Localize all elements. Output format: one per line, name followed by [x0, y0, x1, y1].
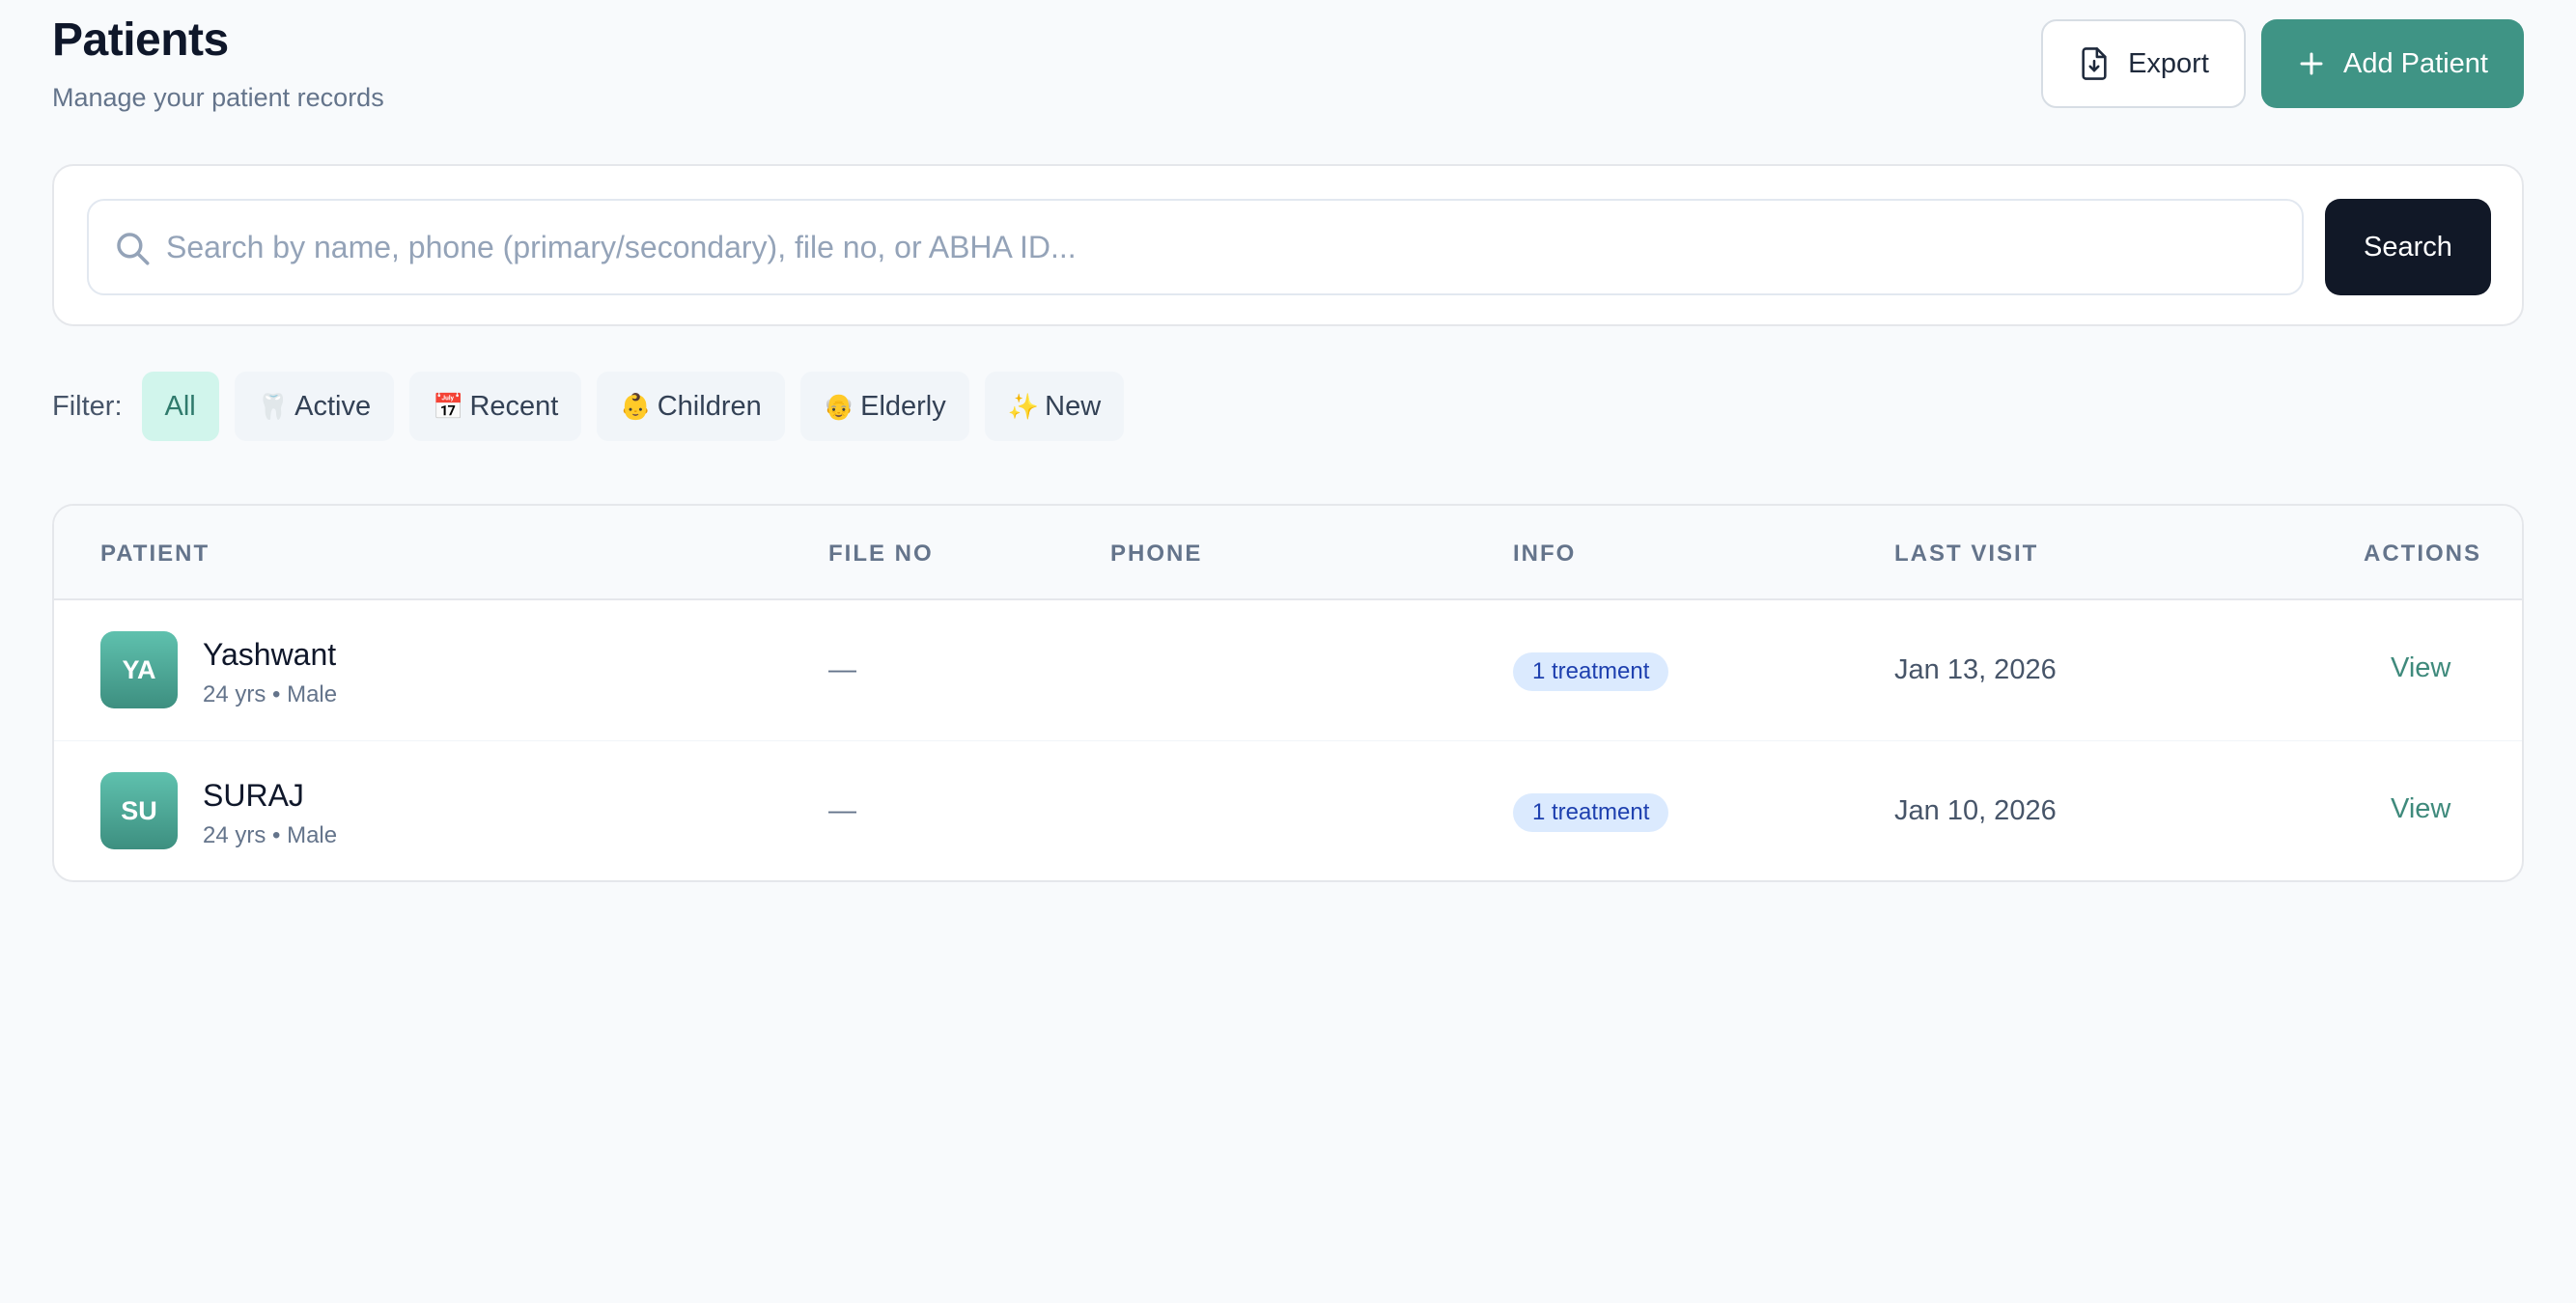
- patient-name: Yashwant: [203, 637, 337, 672]
- calendar-icon: 📅: [433, 391, 464, 421]
- export-label: Export: [2128, 47, 2209, 79]
- search-card: Search: [52, 164, 2524, 326]
- column-header-patient: PATIENT: [100, 541, 210, 567]
- search-button[interactable]: Search: [2325, 199, 2491, 295]
- table-row[interactable]: YA Yashwant 24 yrs • Male — 1 treatment …: [54, 600, 2522, 741]
- search-input[interactable]: [89, 201, 2302, 293]
- treatment-badge: 1 treatment: [1513, 652, 1669, 691]
- table-row[interactable]: SU SURAJ 24 yrs • Male — 1 treatment Jan…: [54, 741, 2522, 880]
- export-button[interactable]: Export: [2041, 19, 2246, 108]
- filter-chip-label: All: [164, 390, 196, 422]
- filter-chip-label: Elderly: [860, 390, 946, 422]
- filter-chip-recent[interactable]: 📅 Recent: [409, 372, 582, 441]
- view-patient-link[interactable]: View: [2391, 793, 2450, 825]
- table-header: PATIENT FILE NO PHONE INFO LAST VISIT AC…: [54, 506, 2522, 600]
- avatar: SU: [100, 772, 178, 849]
- file-no: —: [828, 795, 856, 826]
- search-field: [87, 199, 2304, 295]
- header-actions: Export Add Patient: [2041, 19, 2524, 108]
- patients-page: Patients Manage your patient records Exp…: [0, 0, 2576, 1303]
- filter-label: Filter:: [52, 390, 123, 422]
- add-patient-button[interactable]: Add Patient: [2261, 19, 2524, 108]
- last-visit: Jan 10, 2026: [1894, 795, 2057, 826]
- filter-chip-new[interactable]: ✨ New: [984, 372, 1125, 441]
- tooth-icon: 🦷: [257, 391, 290, 421]
- column-header-file-no: FILE NO: [828, 541, 934, 567]
- filter-chip-label: Recent: [469, 390, 559, 422]
- search-icon: [112, 228, 153, 273]
- column-header-actions: ACTIONS: [2364, 541, 2481, 567]
- file-download-icon: [2078, 45, 2111, 82]
- filter-bar: Filter: All 🦷 Active 📅 Recent 👶 Children…: [52, 372, 1125, 441]
- add-patient-label: Add Patient: [2343, 47, 2488, 79]
- patient-name: SURAJ: [203, 778, 304, 813]
- filter-chip-children[interactable]: 👶 Children: [597, 372, 785, 441]
- last-visit: Jan 13, 2026: [1894, 654, 2057, 685]
- patients-table: PATIENT FILE NO PHONE INFO LAST VISIT AC…: [52, 504, 2524, 882]
- patient-meta: 24 yrs • Male: [203, 822, 338, 848]
- file-no: —: [828, 654, 856, 685]
- plus-icon: [2297, 49, 2326, 78]
- sparkles-icon: ✨: [1007, 391, 1040, 421]
- avatar: YA: [100, 631, 178, 708]
- page-header: Patients Manage your patient records Exp…: [52, 0, 2524, 164]
- treatment-badge: 1 treatment: [1513, 793, 1669, 832]
- patient-meta: 24 yrs • Male: [203, 681, 338, 707]
- filter-chip-label: Active: [294, 390, 372, 422]
- column-header-info: INFO: [1513, 541, 1577, 567]
- elderly-icon: 👴: [823, 391, 855, 421]
- baby-icon: 👶: [620, 391, 652, 421]
- page-title: Patients: [52, 14, 229, 66]
- filter-chip-label: New: [1045, 390, 1102, 422]
- filter-chip-elderly[interactable]: 👴 Elderly: [799, 372, 969, 441]
- filter-chip-all[interactable]: All: [141, 372, 219, 441]
- column-header-phone: PHONE: [1110, 541, 1203, 567]
- column-header-last-visit: LAST VISIT: [1894, 541, 2039, 567]
- page-subtitle: Manage your patient records: [52, 83, 384, 112]
- filter-chip-active[interactable]: 🦷 Active: [234, 372, 395, 441]
- view-patient-link[interactable]: View: [2391, 652, 2450, 684]
- filter-chip-label: Children: [657, 390, 762, 422]
